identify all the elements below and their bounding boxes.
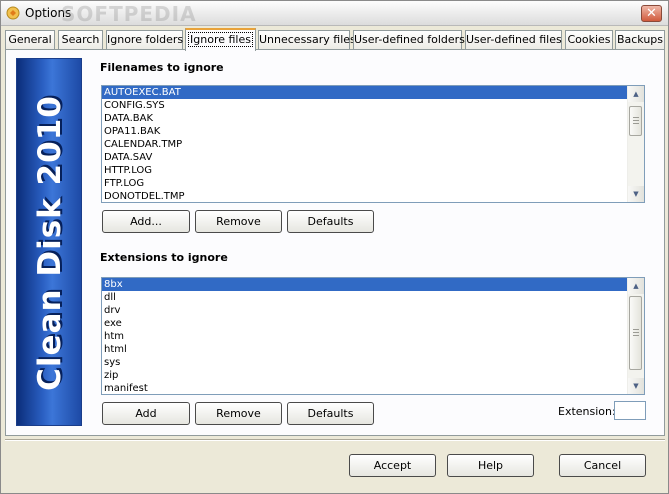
list-item[interactable]: CONFIG.SYS: [102, 99, 627, 112]
scroll-up-icon[interactable]: ▲: [628, 86, 644, 102]
product-banner: Clean Disk 2010: [16, 58, 82, 426]
list-item[interactable]: 8bx: [102, 278, 627, 291]
help-button[interactable]: Help: [447, 454, 534, 477]
list-item[interactable]: DATA.BAK: [102, 112, 627, 125]
list-item[interactable]: CALENDAR.TMP: [102, 138, 627, 151]
app-icon: [6, 6, 20, 20]
watermark: SOFTPEDIA: [61, 2, 197, 26]
scroll-thumb[interactable]: [629, 296, 642, 370]
extensions-title: Extensions to ignore: [100, 251, 228, 264]
list-item[interactable]: htm: [102, 330, 627, 343]
remove-filename-button[interactable]: Remove: [195, 210, 282, 233]
tab-user-defined-files[interactable]: User-defined files: [465, 30, 562, 49]
list-item[interactable]: AUTOEXEC.BAT: [102, 86, 627, 99]
list-item[interactable]: DATA.SAV: [102, 151, 627, 164]
extension-label: Extension:: [558, 405, 616, 418]
footer-divider: [5, 439, 665, 441]
scroll-thumb[interactable]: [629, 106, 642, 136]
remove-extension-button[interactable]: Remove: [195, 402, 282, 425]
options-window: Options SOFTPEDIA ✕ General Search Ignor…: [0, 0, 669, 494]
add-filename-button[interactable]: Add...: [102, 210, 190, 233]
list-item[interactable]: html: [102, 343, 627, 356]
tab-ignore-folders[interactable]: Ignore folders: [106, 30, 183, 49]
list-item[interactable]: FTP.LOG: [102, 177, 627, 190]
list-item[interactable]: sys: [102, 356, 627, 369]
accept-button[interactable]: Accept: [349, 454, 436, 477]
filenames-scrollbar[interactable]: ▲ ▼: [627, 86, 644, 202]
list-item[interactable]: exe: [102, 317, 627, 330]
tab-general[interactable]: General: [5, 30, 55, 49]
extension-input[interactable]: [614, 401, 646, 420]
filenames-title: Filenames to ignore: [100, 61, 224, 74]
list-item[interactable]: dll: [102, 291, 627, 304]
extensions-listbox[interactable]: 8bx dll drv exe htm html sys zip manifest ▲ ▼: [101, 277, 645, 395]
tab-user-defined-folders[interactable]: User-defined folders: [353, 30, 465, 49]
tab-search[interactable]: Search: [58, 30, 103, 49]
close-button[interactable]: ✕: [641, 5, 662, 22]
extensions-scrollbar[interactable]: ▲ ▼: [627, 278, 644, 394]
tab-backups[interactable]: Backups: [615, 30, 665, 49]
extensions-list: 8bx dll drv exe htm html sys zip manifest: [102, 278, 627, 394]
scroll-down-icon[interactable]: ▼: [628, 378, 644, 394]
list-item[interactable]: OPA11.BAK: [102, 125, 627, 138]
scroll-down-icon[interactable]: ▼: [628, 186, 644, 202]
banner-title: Clean Disk 2010: [32, 95, 68, 391]
title-bar[interactable]: Options SOFTPEDIA ✕: [1, 1, 668, 26]
filenames-listbox[interactable]: AUTOEXEC.BAT CONFIG.SYS DATA.BAK OPA11.BAK C…: [101, 85, 645, 203]
list-item[interactable]: HTTP.LOG: [102, 164, 627, 177]
defaults-extensions-button[interactable]: Defaults: [287, 402, 374, 425]
list-item[interactable]: manifest: [102, 382, 627, 394]
tab-ignore-files[interactable]: Ignore files: [185, 28, 256, 51]
list-item[interactable]: drv: [102, 304, 627, 317]
cancel-button[interactable]: Cancel: [559, 454, 646, 477]
tab-cookies[interactable]: Cookies: [565, 30, 613, 49]
list-item[interactable]: DONOTDEL.TMP: [102, 190, 627, 202]
tab-unnecessary-files[interactable]: Unnecessary files: [258, 30, 356, 49]
list-item[interactable]: zip: [102, 369, 627, 382]
scroll-up-icon[interactable]: ▲: [628, 278, 644, 294]
filenames-list: AUTOEXEC.BAT CONFIG.SYS DATA.BAK OPA11.BAK C…: [102, 86, 627, 202]
add-extension-button[interactable]: Add: [102, 402, 190, 425]
close-icon: ✕: [646, 6, 657, 21]
defaults-filenames-button[interactable]: Defaults: [287, 210, 374, 233]
